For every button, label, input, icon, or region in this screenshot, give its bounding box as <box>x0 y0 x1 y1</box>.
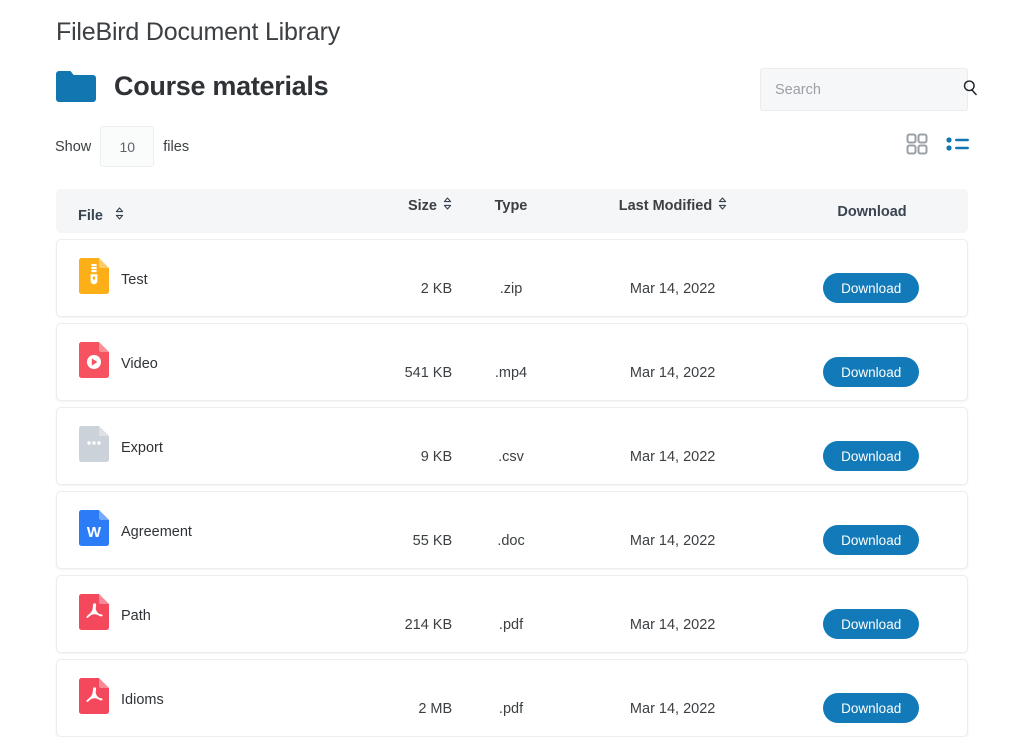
column-header-file[interactable]: File <box>56 207 332 224</box>
show-label: Show <box>55 138 92 155</box>
list-view-icon <box>946 137 970 157</box>
file-video-icon <box>79 342 109 378</box>
cell-size: 55 KB <box>412 533 453 549</box>
file-name: Agreement <box>121 524 192 540</box>
cell-type: .pdf <box>498 701 524 717</box>
download-button[interactable]: Download <box>823 441 920 471</box>
column-label-size: Size <box>407 197 437 214</box>
cell-download: Download <box>775 609 967 639</box>
download-button[interactable]: Download <box>823 273 920 303</box>
download-button[interactable]: Download <box>823 609 920 639</box>
file-csv-icon <box>79 426 109 462</box>
file-doc-icon: W <box>79 510 109 546</box>
cell-last-modified: Mar 14, 2022 <box>629 617 716 633</box>
table-row[interactable]: Path 214 KB .pdf Mar 14, 2022 Download <box>56 575 968 653</box>
cell-size: 541 KB <box>404 365 453 381</box>
column-label-download: Download <box>837 204 907 220</box>
table-row[interactable]: Idioms 2 MB .pdf Mar 14, 2022 Download <box>56 659 968 737</box>
cell-file: Path <box>57 594 332 630</box>
table-row[interactable]: Video 541 KB .mp4 Mar 14, 2022 Download <box>56 323 968 401</box>
file-name: Video <box>121 356 158 372</box>
grid-view-icon <box>906 133 928 158</box>
search-box[interactable] <box>760 68 977 111</box>
cell-file: Test <box>57 258 332 294</box>
file-name: Idioms <box>121 692 164 708</box>
table-body: Test 2 KB .zip Mar 14, 2022 Download Video 541… <box>56 239 968 737</box>
document-library-page: FileBird Document Library Course materia… <box>0 0 1024 737</box>
cell-file: Idioms <box>57 678 332 714</box>
cell-last-modified: Mar 14, 2022 <box>629 533 716 549</box>
cell-type: .mp4 <box>494 365 528 381</box>
cell-size: 2 KB <box>420 281 453 297</box>
file-table: File Size Type Last Modified Download Te… <box>56 189 968 737</box>
table-row[interactable]: Export 9 KB .csv Mar 14, 2022 Download <box>56 407 968 485</box>
cell-download: Download <box>775 441 967 471</box>
file-name: Path <box>121 608 151 624</box>
column-header-download: Download <box>776 204 968 220</box>
download-button[interactable]: Download <box>823 693 920 723</box>
download-button[interactable]: Download <box>823 525 920 555</box>
cell-last-modified: Mar 14, 2022 <box>629 449 716 465</box>
file-pdf-icon <box>79 594 109 630</box>
cell-type: .zip <box>499 281 523 297</box>
cell-size: 2 MB <box>418 701 453 717</box>
table-row[interactable]: Test 2 KB .zip Mar 14, 2022 Download <box>56 239 968 317</box>
cell-file: Export <box>57 426 332 462</box>
per-page-input[interactable] <box>100 126 155 167</box>
download-button[interactable]: Download <box>823 357 920 387</box>
page-title: FileBird Document Library <box>56 18 340 46</box>
cell-file: Video <box>57 342 332 378</box>
folder-icon <box>56 70 96 102</box>
cell-size: 214 KB <box>404 617 453 633</box>
cell-last-modified: Mar 14, 2022 <box>629 281 716 297</box>
cell-download: Download <box>775 525 967 555</box>
table-header-row: File Size Type Last Modified Download <box>56 189 968 233</box>
folder-header: Course materials <box>56 70 329 102</box>
file-name: Test <box>121 272 148 288</box>
table-row[interactable]: W Agreement 55 KB .doc Mar 14, 2022 Download <box>56 491 968 569</box>
sort-icon[interactable] <box>115 207 124 224</box>
file-zip-icon <box>79 258 109 294</box>
folder-name: Course materials <box>114 70 329 101</box>
cell-file: W Agreement <box>57 510 332 546</box>
svg-text:W: W <box>87 524 102 541</box>
cell-download: Download <box>775 273 967 303</box>
per-page-control: Show files <box>55 126 189 167</box>
search-icon[interactable] <box>962 79 979 101</box>
sort-icon[interactable] <box>718 197 727 214</box>
list-view-button[interactable] <box>946 134 970 154</box>
cell-size: 9 KB <box>420 449 453 465</box>
cell-download: Download <box>775 693 967 723</box>
file-pdf-icon <box>79 678 109 714</box>
cell-last-modified: Mar 14, 2022 <box>629 701 716 717</box>
column-label-type: Type <box>494 198 528 214</box>
files-label: files <box>163 138 190 155</box>
cell-last-modified: Mar 14, 2022 <box>629 365 716 381</box>
sort-icon[interactable] <box>443 197 452 214</box>
column-label-file: File <box>78 207 103 224</box>
column-label-last-modified: Last Modified <box>618 197 713 214</box>
column-header-last-modified[interactable]: Last Modified <box>570 197 776 214</box>
column-header-type: Type <box>452 198 570 214</box>
cell-type: .pdf <box>498 617 524 633</box>
cell-type: .csv <box>498 449 524 465</box>
view-toggle-group <box>906 133 970 155</box>
cell-type: .doc <box>497 533 525 549</box>
cell-download: Download <box>775 357 967 387</box>
grid-view-button[interactable] <box>906 133 928 155</box>
column-header-size[interactable]: Size <box>332 197 452 214</box>
search-input[interactable] <box>775 81 962 98</box>
file-name: Export <box>121 440 163 456</box>
